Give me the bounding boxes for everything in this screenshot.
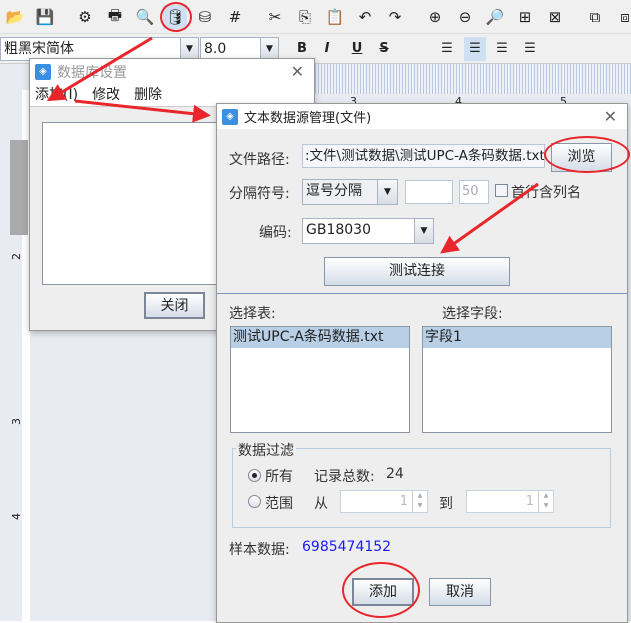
annotation-arrows [46, 36, 539, 254]
arrow-icon [74, 99, 211, 123]
arrow-icon [440, 182, 539, 254]
arrow-icon [46, 36, 153, 102]
